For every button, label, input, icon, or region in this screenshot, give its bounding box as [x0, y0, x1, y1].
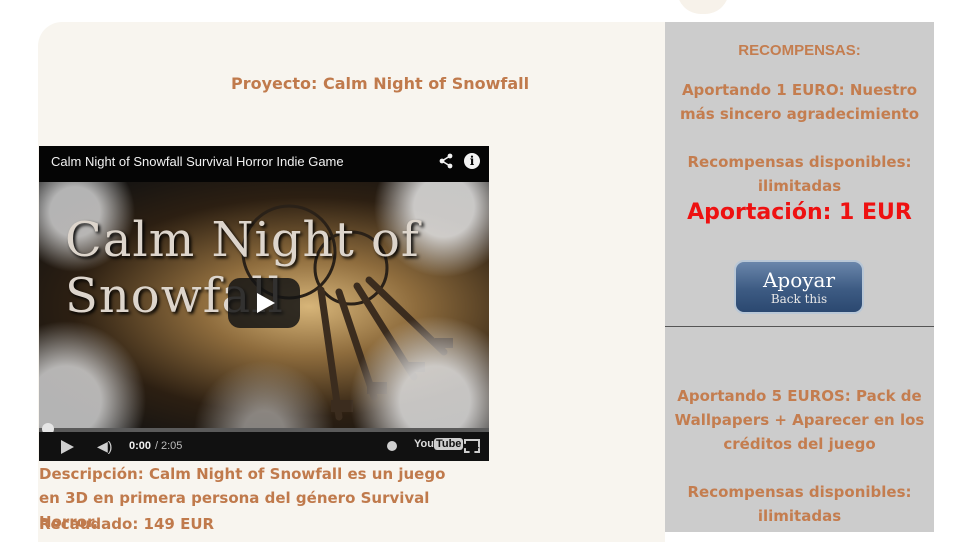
support-button-label: Apoyar	[762, 268, 836, 292]
rewards-heading: RECOMPENSAS:	[738, 42, 861, 59]
time-separator: /	[155, 440, 159, 452]
fullscreen-icon[interactable]	[464, 439, 480, 453]
reward-1-title: Aportando 1 EURO: Nuestro más sincero ag…	[679, 81, 920, 123]
clock-icon[interactable]	[387, 441, 397, 451]
contribution-amount: Aportación: 1 EUR	[687, 200, 912, 225]
reward-divider	[665, 326, 934, 327]
youtube-logo-box: Tube	[433, 438, 464, 450]
project-title: Proyecto: Calm Night of Snowfall	[231, 74, 530, 93]
share-icon[interactable]	[438, 153, 454, 169]
video-header: Calm Night of Snowfall Survival Horror I…	[39, 146, 489, 182]
support-button-sublabel: Back this	[770, 292, 828, 306]
play-icon[interactable]	[228, 278, 300, 328]
reward-2-title: Aportando 5 EUROS: Pack de Wallpapers + …	[674, 387, 925, 453]
top-tab	[677, 0, 729, 14]
current-time: 0:00	[129, 440, 152, 452]
info-icon[interactable]: i	[464, 153, 480, 169]
support-button[interactable]: Apoyar Back this	[734, 260, 864, 314]
amount-raised: Recaudado: 149 EUR	[39, 515, 215, 533]
video-player[interactable]: Calm Night of Snowfall Calm Night of Sno…	[39, 146, 489, 461]
youtube-logo[interactable]: You Tube	[414, 438, 464, 450]
video-controls: ◀) 0:00 / 2:05 You Tube	[39, 432, 489, 461]
video-title-link[interactable]: Calm Night of Snowfall Survival Horror I…	[51, 154, 344, 169]
reward-1-available: Recompensas disponibles: ilimitadas	[687, 153, 912, 195]
duration: 2:05	[161, 440, 183, 452]
rewards-panel: RECOMPENSAS: Aportando 1 EURO: Nuestro m…	[665, 22, 934, 532]
volume-icon[interactable]: ◀)	[97, 438, 112, 455]
reward-2-available: Recompensas disponibles: ilimitadas	[687, 483, 912, 525]
control-play-icon[interactable]	[61, 440, 74, 454]
youtube-logo-text: You	[414, 438, 434, 450]
